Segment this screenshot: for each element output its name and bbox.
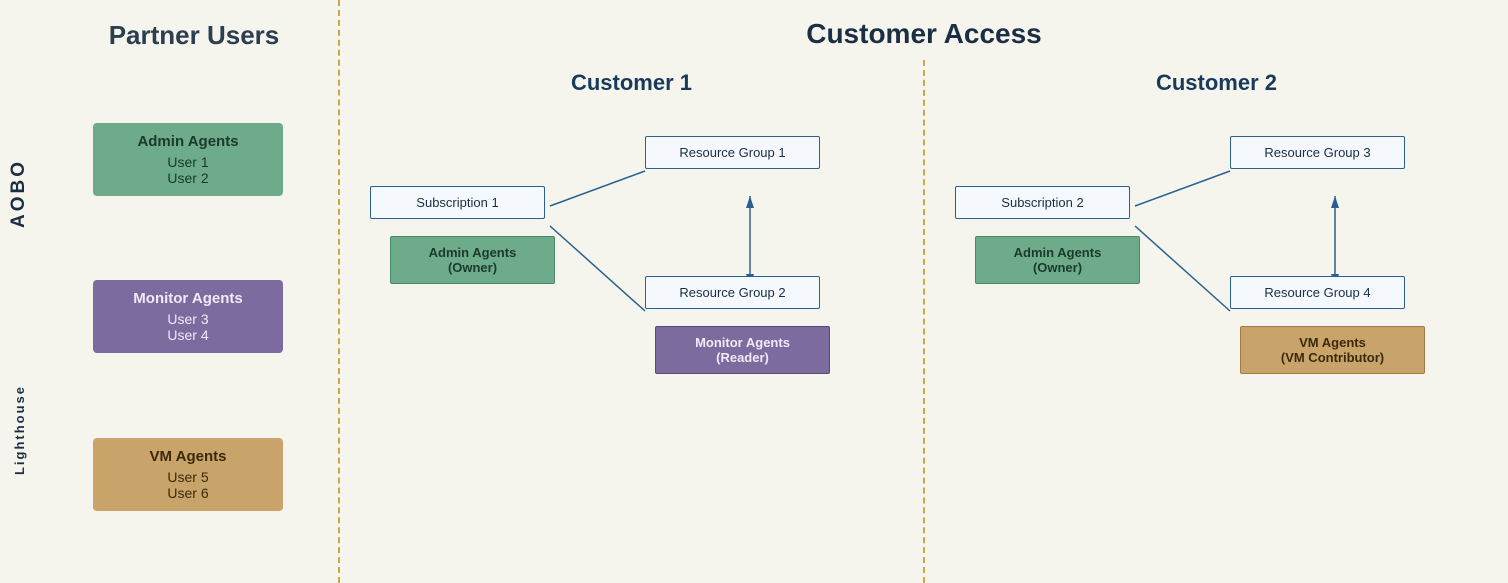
subscription2-box: Subscription 2 bbox=[955, 186, 1130, 219]
customers-row: Customer 1 Subscript bbox=[340, 60, 1508, 583]
customer-area: Customer Access Customer 1 bbox=[340, 0, 1508, 583]
customer1-diagram: Subscription 1 Admin Agents (Owner) Reso… bbox=[360, 116, 903, 563]
partner-panel: Partner Users AOBO Lighthouse Admin Agen… bbox=[0, 0, 340, 583]
customer2-vm-sublabel: (VM Contributor) bbox=[1253, 350, 1412, 365]
subscription1-box: Subscription 1 bbox=[370, 186, 545, 219]
monitor-agents-users: User 3User 4 bbox=[111, 311, 265, 343]
admin-agents-group: Admin Agents User 1User 2 bbox=[93, 123, 283, 196]
customer2-vm-label: VM Agents bbox=[1253, 335, 1412, 350]
main-container: Partner Users AOBO Lighthouse Admin Agen… bbox=[0, 0, 1508, 583]
monitor-agents-group: Monitor Agents User 3User 4 bbox=[93, 280, 283, 353]
customer2-admin-sublabel: (Owner) bbox=[988, 260, 1127, 275]
resource-group2-label: Resource Group 2 bbox=[679, 285, 785, 300]
resource-group4-box: Resource Group 4 bbox=[1230, 276, 1405, 309]
admin-agents-users: User 1User 2 bbox=[111, 154, 265, 186]
customer1-monitor-label: Monitor Agents bbox=[668, 335, 817, 350]
vm-agents-group: VM Agents User 5User 6 bbox=[93, 438, 283, 511]
customer1-admin-box: Admin Agents (Owner) bbox=[390, 236, 555, 284]
resource-group4-label: Resource Group 4 bbox=[1264, 285, 1370, 300]
customer2-title: Customer 2 bbox=[945, 70, 1488, 96]
customer1-admin-sublabel: (Owner) bbox=[403, 260, 542, 275]
resource-group2-box: Resource Group 2 bbox=[645, 276, 820, 309]
resource-group1-box: Resource Group 1 bbox=[645, 136, 820, 169]
customer1-monitor-box: Monitor Agents (Reader) bbox=[655, 326, 830, 374]
customer1-admin-label: Admin Agents bbox=[403, 245, 542, 260]
partner-groups-column: Admin Agents User 1User 2 Monitor Agents… bbox=[38, 71, 338, 563]
monitor-agents-title: Monitor Agents bbox=[111, 290, 265, 307]
customer1-section: Customer 1 Subscript bbox=[340, 60, 925, 583]
subscription2-label: Subscription 2 bbox=[1001, 195, 1083, 210]
side-labels-column: AOBO Lighthouse bbox=[0, 71, 38, 563]
resource-group3-label: Resource Group 3 bbox=[1264, 145, 1370, 160]
resource-group3-box: Resource Group 3 bbox=[1230, 136, 1405, 169]
customer2-admin-box: Admin Agents (Owner) bbox=[975, 236, 1140, 284]
admin-agents-title: Admin Agents bbox=[111, 133, 265, 150]
partner-inner: AOBO Lighthouse Admin Agents User 1User … bbox=[0, 71, 338, 563]
subscription1-label: Subscription 1 bbox=[416, 195, 498, 210]
vm-agents-title: VM Agents bbox=[111, 448, 265, 465]
aobo-label: AOBO bbox=[8, 159, 30, 228]
customer1-title: Customer 1 bbox=[360, 70, 903, 96]
customer-access-title: Customer Access bbox=[340, 0, 1508, 60]
resource-group1-label: Resource Group 1 bbox=[679, 145, 785, 160]
customer2-section: Customer 2 Subscription 2 bbox=[925, 60, 1508, 583]
vm-agents-users: User 5User 6 bbox=[111, 469, 265, 501]
customer2-diagram: Subscription 2 Admin Agents (Owner) Reso… bbox=[945, 116, 1488, 563]
customer2-vm-box: VM Agents (VM Contributor) bbox=[1240, 326, 1425, 374]
partner-users-title: Partner Users bbox=[0, 20, 338, 51]
customer1-monitor-sublabel: (Reader) bbox=[668, 350, 817, 365]
customer2-admin-label: Admin Agents bbox=[988, 245, 1127, 260]
lighthouse-label: Lighthouse bbox=[12, 385, 27, 475]
